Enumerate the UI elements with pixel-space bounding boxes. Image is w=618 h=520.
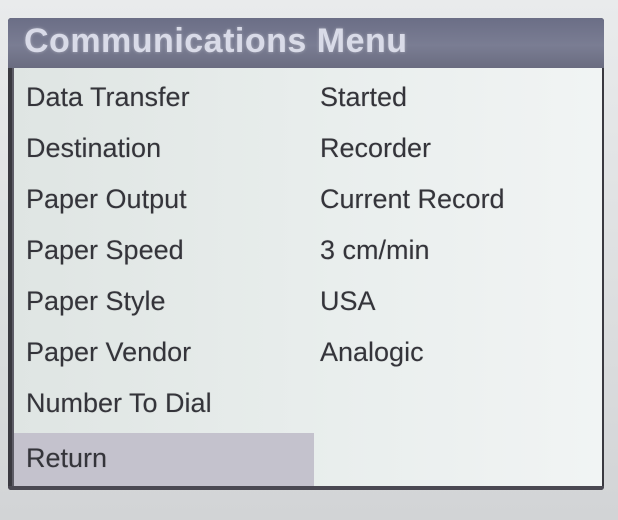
menu-panel: Data Transfer Started Destination Record… [12, 68, 602, 490]
menu-item-label: Destination [26, 133, 162, 163]
return-label: Return [26, 443, 108, 473]
menu-title-bar: Communications Menu [8, 18, 604, 68]
menu-item-value: Started [320, 82, 408, 112]
menu-item-label: Number To Dial [26, 388, 212, 418]
menu-title: Communications Menu [24, 22, 408, 60]
menu-item-label: Paper Speed [26, 235, 184, 265]
menu-item-value: Current Record [320, 184, 505, 214]
menu-item-paper-speed[interactable]: Paper Speed 3 cm/min [14, 229, 602, 280]
menu-item-number-to-dial[interactable]: Number To Dial [14, 382, 602, 433]
menu-item-label: Paper Vendor [26, 337, 192, 367]
menu-item-value: USA [320, 286, 376, 316]
menu-item-paper-style[interactable]: Paper Style USA [14, 280, 602, 331]
menu-item-return[interactable]: Return [14, 433, 602, 490]
menu-item-destination[interactable]: Destination Recorder [14, 127, 602, 178]
device-bezel: Communications Menu Data Transfer Starte… [0, 0, 618, 520]
menu-item-label: Paper Output [26, 184, 187, 214]
monitor-screen: Communications Menu Data Transfer Starte… [8, 18, 604, 490]
menu-item-value: 3 cm/min [320, 235, 430, 265]
menu-item-value: Analogic [320, 337, 424, 367]
menu-item-paper-output[interactable]: Paper Output Current Record [14, 178, 602, 229]
menu-item-label: Paper Style [26, 286, 166, 316]
screen-bottom-edge [8, 486, 604, 490]
menu-item-data-transfer[interactable]: Data Transfer Started [14, 76, 602, 127]
menu-item-value: Recorder [320, 133, 432, 163]
menu-item-paper-vendor[interactable]: Paper Vendor Analogic [14, 331, 602, 382]
menu-item-label: Data Transfer [26, 82, 190, 112]
